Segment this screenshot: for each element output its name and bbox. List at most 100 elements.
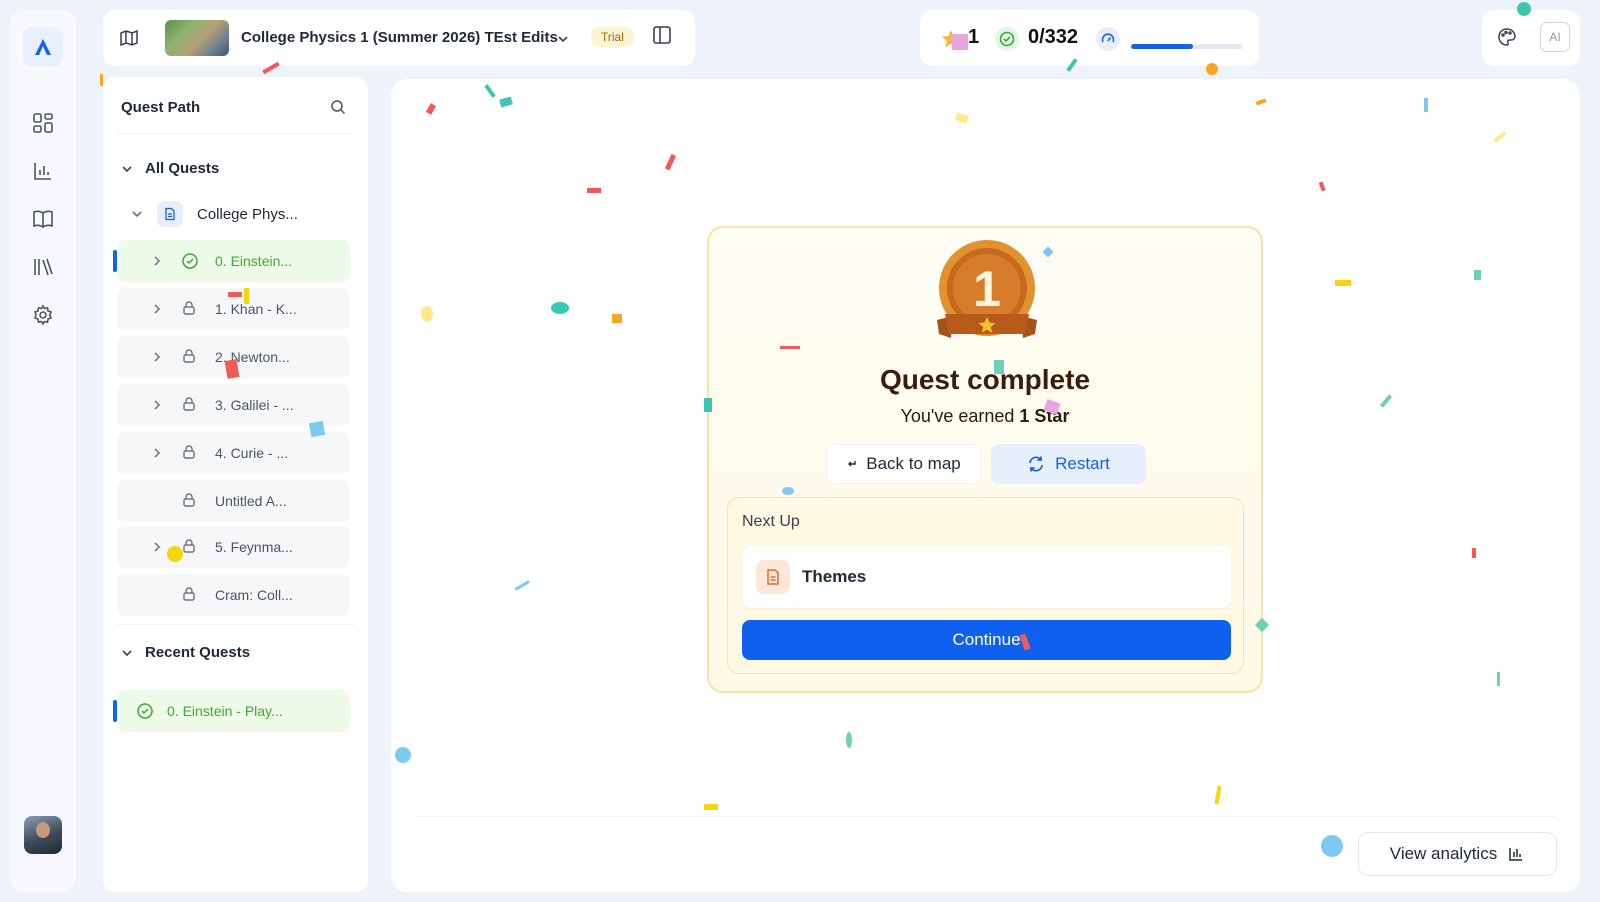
dashboard-nav-button[interactable] bbox=[28, 108, 58, 138]
check-circle-icon bbox=[181, 252, 199, 273]
book-open-icon bbox=[33, 210, 53, 228]
chevron-right-icon[interactable] bbox=[151, 302, 163, 318]
next-up-section: Next Up Themes Continue bbox=[727, 497, 1244, 674]
quest-item-label: Untitled A... bbox=[215, 493, 287, 509]
bronze-medal-icon: 1 bbox=[937, 240, 1037, 338]
chevron-right-icon[interactable] bbox=[151, 446, 163, 462]
app-logo[interactable] bbox=[23, 27, 63, 67]
logo-icon bbox=[35, 39, 51, 55]
divider bbox=[415, 816, 1556, 817]
quest-item-label: 2. Newton... bbox=[215, 349, 290, 365]
quest-item-label: 0. Einstein... bbox=[215, 253, 293, 269]
course-tree-item[interactable]: College Phys... bbox=[131, 201, 298, 227]
lock-icon bbox=[181, 300, 197, 319]
gear-icon bbox=[33, 304, 53, 326]
quest-item[interactable]: Untitled A... bbox=[117, 480, 350, 522]
progress-count: 0/332 bbox=[1028, 26, 1079, 48]
earned-stars: 1 Star bbox=[1019, 406, 1070, 426]
gauge-icon bbox=[1096, 27, 1120, 51]
all-quests-label: All Quests bbox=[145, 160, 220, 177]
quest-item[interactable]: Cram: Coll... bbox=[117, 574, 350, 616]
map-icon bbox=[120, 29, 138, 47]
return-arrow-icon bbox=[848, 461, 856, 467]
chevron-down-icon bbox=[122, 649, 132, 656]
restart-button[interactable]: Restart bbox=[991, 444, 1146, 484]
quest-path-panel: Quest Path All Quests College Phys... 0.… bbox=[103, 77, 368, 892]
chevron-down-icon bbox=[122, 165, 132, 172]
continue-button[interactable]: Continue bbox=[742, 620, 1231, 660]
restart-label: Restart bbox=[1055, 454, 1110, 473]
next-quest-label: Themes bbox=[802, 567, 867, 586]
user-avatar[interactable] bbox=[24, 816, 62, 854]
quest-complete-card: 1 Quest complete You've earned 1 Star Ba… bbox=[707, 226, 1263, 693]
bar-chart-icon bbox=[1509, 848, 1523, 861]
course-label: College Phys... bbox=[197, 205, 298, 223]
quest-item-label: 3. Galilei - ... bbox=[215, 397, 294, 413]
quest-path-title: Quest Path bbox=[121, 99, 201, 116]
divider bbox=[117, 624, 354, 625]
lock-icon bbox=[181, 586, 197, 605]
quest-item-label: 1. Khan - K... bbox=[215, 301, 297, 317]
quest-item[interactable]: 4. Curie - ... bbox=[117, 432, 350, 474]
lock-icon bbox=[181, 538, 197, 557]
check-circle-icon bbox=[137, 703, 153, 719]
quest-item-label: 5. Feynma... bbox=[215, 539, 293, 555]
book-nav-button[interactable] bbox=[28, 204, 58, 234]
quest-item[interactable]: 1. Khan - K... bbox=[117, 288, 350, 330]
active-marker bbox=[113, 250, 117, 272]
all-quests-toggle[interactable]: All Quests bbox=[121, 160, 219, 177]
chevron-down-icon bbox=[132, 211, 142, 218]
chevron-right-icon[interactable] bbox=[151, 254, 163, 270]
back-to-map-label: Back to map bbox=[866, 454, 961, 473]
library-icon bbox=[34, 258, 53, 276]
recent-quests-label: Recent Quests bbox=[145, 644, 251, 661]
quest-complete-title: Quest complete bbox=[879, 364, 1091, 395]
recent-quests-toggle[interactable]: Recent Quests bbox=[121, 644, 250, 661]
map-button[interactable] bbox=[115, 24, 143, 52]
view-analytics-button[interactable]: View analytics bbox=[1358, 832, 1557, 876]
bar-chart-icon bbox=[34, 163, 51, 180]
library-nav-button[interactable] bbox=[28, 252, 58, 282]
quest-item[interactable]: 3. Galilei - ... bbox=[117, 384, 350, 426]
quest-item[interactable]: 5. Feynma... bbox=[117, 526, 350, 568]
earned-prefix: You've earned bbox=[900, 406, 1020, 426]
course-thumbnail bbox=[165, 20, 229, 56]
search-icon[interactable] bbox=[329, 98, 347, 116]
document-icon bbox=[157, 201, 183, 227]
ai-assistant-button[interactable]: AI bbox=[1540, 22, 1570, 52]
progress-bar bbox=[1131, 44, 1243, 49]
completed-check-icon bbox=[995, 27, 1019, 51]
recent-quest-item[interactable]: 0. Einstein - Play... bbox=[113, 690, 350, 732]
course-title[interactable]: College Physics 1 (Summer 2026) TEst Edi… bbox=[241, 29, 558, 46]
active-marker bbox=[113, 700, 117, 722]
chevron-down-icon[interactable] bbox=[557, 33, 569, 45]
palette-icon[interactable] bbox=[1496, 26, 1518, 48]
earned-subtitle: You've earned 1 Star bbox=[709, 406, 1261, 427]
star-count: 1 bbox=[968, 26, 980, 48]
trial-badge: Trial bbox=[591, 27, 634, 47]
analytics-nav-button[interactable] bbox=[28, 156, 58, 186]
quest-item[interactable]: 0. Einstein... bbox=[113, 240, 350, 282]
chevron-right-icon[interactable] bbox=[151, 350, 163, 366]
chevron-right-icon[interactable] bbox=[151, 398, 163, 414]
sidebar-toggle-icon[interactable] bbox=[651, 24, 673, 46]
left-rail bbox=[10, 10, 76, 892]
medal-number: 1 bbox=[973, 261, 1001, 317]
star-icon bbox=[942, 30, 960, 48]
quest-item-label: Cram: Coll... bbox=[215, 587, 293, 603]
quest-item[interactable]: 2. Newton... bbox=[117, 336, 350, 378]
confetti-piece bbox=[100, 74, 103, 86]
back-to-map-button[interactable]: Back to map bbox=[826, 444, 981, 484]
lock-icon bbox=[181, 348, 197, 367]
document-icon bbox=[756, 560, 790, 594]
recent-quest-label: 0. Einstein - Play... bbox=[167, 703, 283, 719]
next-quest-item[interactable]: Themes bbox=[742, 546, 1231, 608]
progress-stats: 1 0/332 bbox=[920, 10, 1259, 66]
dashboard-icon bbox=[33, 113, 53, 133]
chevron-right-icon[interactable] bbox=[151, 540, 163, 556]
divider bbox=[117, 133, 354, 134]
view-analytics-label: View analytics bbox=[1389, 844, 1498, 863]
progress-bar-fill bbox=[1131, 44, 1193, 49]
settings-nav-button[interactable] bbox=[28, 300, 58, 330]
lock-icon bbox=[181, 492, 197, 511]
